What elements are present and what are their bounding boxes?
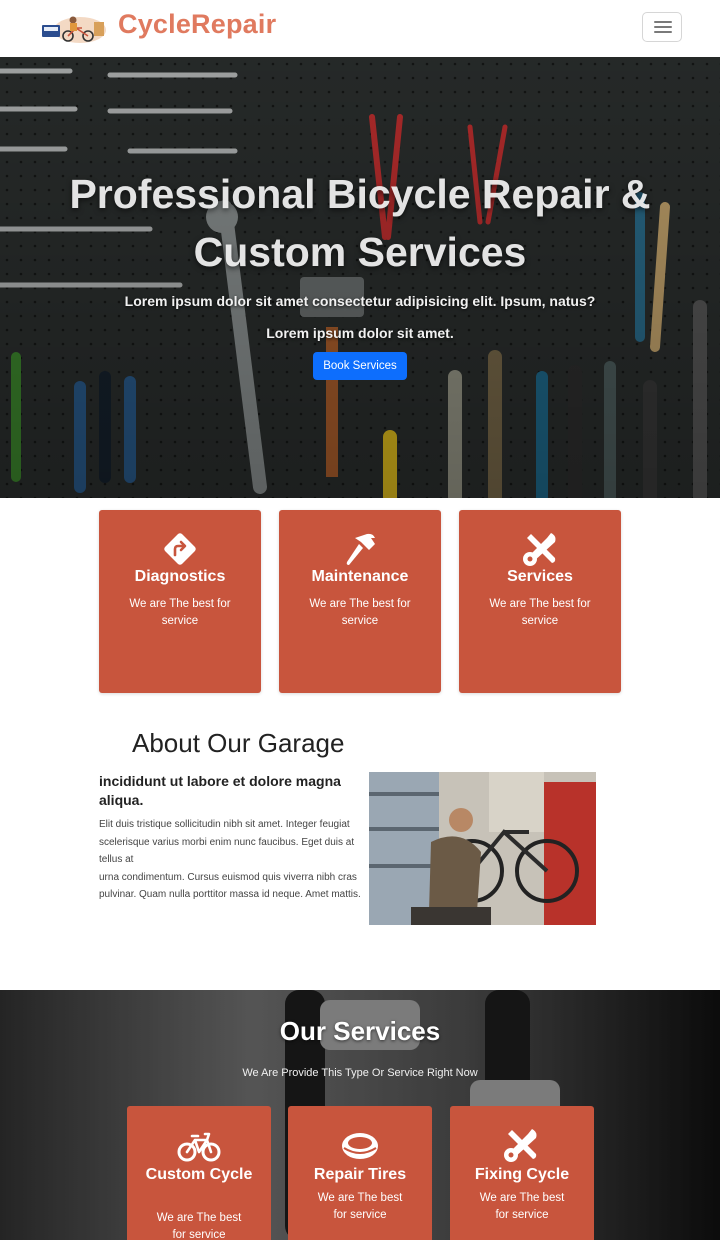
garage-mechanic-image (369, 772, 596, 925)
service-title: Custom Cycle (145, 1166, 253, 1183)
about-paragraph-line: scelerisque varius morbi enim nunc fauci… (99, 836, 355, 866)
hamburger-menu-icon (654, 21, 672, 23)
about-paragraph-line: pulvinar. Quam nulla porttitor massa id … (99, 889, 361, 900)
hammer-icon (346, 533, 375, 565)
services-subtitle: We Are Provide This Type Or Service Righ… (242, 1067, 478, 1079)
service-card-repair-tires[interactable]: Repair Tires We are The best for service (288, 1106, 432, 1240)
bike-repair-logo-icon[interactable] (40, 10, 106, 44)
menu-toggle-button[interactable] (642, 12, 682, 42)
hero-title: Professional Bicycle Repair & Custom Ser… (69, 171, 651, 275)
about-title: About Our Garage (132, 728, 345, 758)
feature-card-services[interactable]: Services We are The best for service (459, 510, 621, 693)
bicycle-icon (177, 1132, 221, 1162)
service-title: Repair Tires (313, 1166, 407, 1183)
about-paragraph-line: Elit duis tristique sollicitudin nibh si… (99, 819, 350, 830)
direction-sign-icon (164, 533, 196, 565)
feature-title: Services (507, 568, 573, 585)
brand-name[interactable]: CycleRepair (118, 9, 276, 40)
service-text: We are The best for service (156, 1212, 242, 1240)
services-title: Our Services (279, 1016, 441, 1046)
service-card-custom-cycle[interactable]: Custom Cycle We are The best for service (127, 1106, 271, 1240)
service-title: Fixing Cycle (474, 1166, 570, 1183)
tire-icon (342, 1133, 378, 1159)
tools-icon (504, 1129, 537, 1162)
about-subtitle: incididunt ut labore et dolore magna ali… (99, 773, 341, 808)
service-text: We are The best for service (317, 1192, 403, 1221)
about-paragraph-line: urna condimentum. Cursus euismod quis vi… (99, 871, 357, 883)
service-card-fixing-cycle[interactable]: Fixing Cycle We are The best for service (450, 1106, 594, 1240)
feature-text: We are The best for service (309, 598, 411, 627)
feature-card-diagnostics[interactable]: Diagnostics We are The best for service (99, 510, 261, 693)
feature-card-maintenance[interactable]: Maintenance We are The best for service (279, 510, 441, 693)
service-text: We are The best for service (479, 1192, 565, 1221)
services-section: Our Services We Are Provide This Type Or… (0, 990, 720, 1240)
about-paragraph: Elit duis tristique sollicitudin nibh si… (99, 816, 361, 904)
feature-text: We are The best for service (129, 598, 231, 627)
feature-text: We are The best for service (489, 598, 591, 627)
navbar: CycleRepair (0, 0, 720, 58)
hero-section: Professional Bicycle Repair & Custom Ser… (0, 57, 720, 498)
tools-icon (523, 533, 556, 566)
feature-title: Maintenance (311, 568, 409, 585)
book-services-button[interactable]: Book Services (313, 352, 407, 380)
feature-title: Diagnostics (134, 568, 226, 585)
hero-subtitle: Lorem ipsum dolor sit amet consectetur a… (124, 293, 596, 341)
